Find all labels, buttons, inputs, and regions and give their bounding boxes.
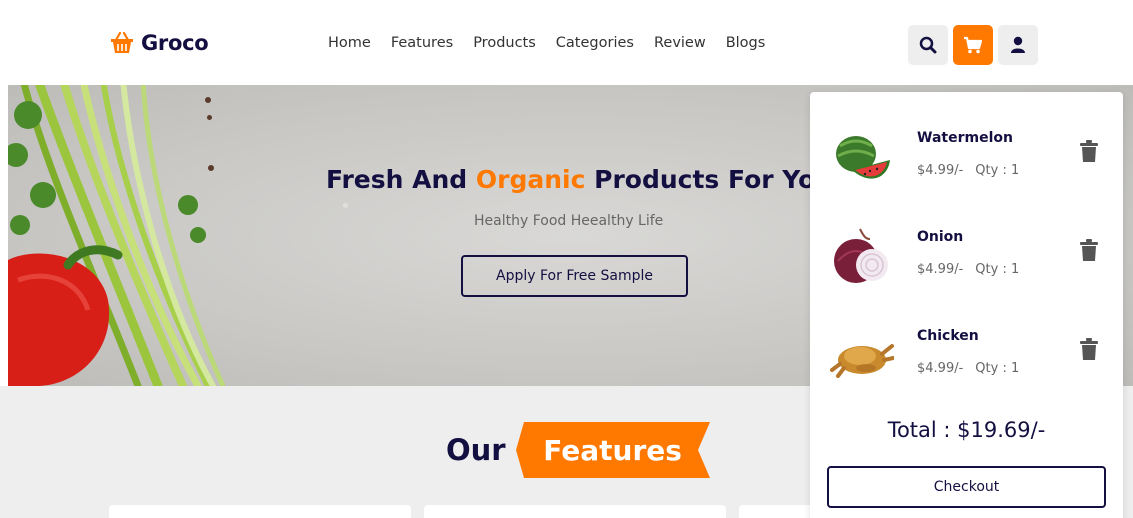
nav-home[interactable]: Home xyxy=(328,35,371,51)
cart-item-name: Onion xyxy=(917,229,964,245)
nav-categories[interactable]: Categories xyxy=(556,35,634,51)
checkout-button[interactable]: Checkout xyxy=(827,466,1106,508)
cart-item-qty: Qty : 1 xyxy=(975,361,1020,376)
nav-features[interactable]: Features xyxy=(391,35,453,51)
nav-review[interactable]: Review xyxy=(654,35,706,51)
cart-item-meta: $4.99/- Qty : 1 xyxy=(917,361,1019,376)
nav-blogs[interactable]: Blogs xyxy=(726,35,766,51)
cart-item-price: $4.99/- xyxy=(917,163,964,178)
watermelon-image xyxy=(836,136,890,179)
heading-our: Our xyxy=(446,433,506,467)
hero-subtitle: Healthy Food Heealthy Life xyxy=(474,213,664,229)
feature-card xyxy=(739,505,819,518)
cart-item-qty: Qty : 1 xyxy=(975,163,1020,178)
cart-item-meta: $4.99/- Qty : 1 xyxy=(917,262,1019,277)
basket-icon xyxy=(111,31,133,53)
trash-icon[interactable] xyxy=(1080,239,1098,261)
free-sample-button[interactable]: Apply For Free Sample xyxy=(461,255,688,297)
pepper-speck xyxy=(208,165,214,171)
pepper-speck xyxy=(207,115,212,120)
chicken-image xyxy=(830,344,894,378)
heading-features: Features xyxy=(543,433,682,467)
logo-text: Groco xyxy=(141,31,209,55)
main-nav: Home Features Products Categories Review… xyxy=(328,35,765,51)
cart-item-price: $4.99/- xyxy=(917,361,964,376)
user-button[interactable] xyxy=(998,25,1038,65)
trash-icon[interactable] xyxy=(1080,338,1098,360)
features-heading: Our Features xyxy=(446,422,710,478)
feature-card xyxy=(424,505,726,518)
shopping-cart-panel: Watermelon $4.99/- Qty : 1 Onion $4.99/-… xyxy=(810,92,1123,518)
cart-item-name: Watermelon xyxy=(917,130,1013,146)
onion-image xyxy=(834,228,888,283)
heading-tag: Features xyxy=(515,422,710,478)
trash-icon[interactable] xyxy=(1080,140,1098,162)
logo-link[interactable]: Groco xyxy=(109,31,209,55)
header-icons xyxy=(908,25,1038,65)
hero-title: Fresh And Organic Products For You xyxy=(326,165,834,194)
pepper-speck xyxy=(205,97,211,103)
cart-item-meta: $4.99/- Qty : 1 xyxy=(917,163,1019,178)
hero-title-accent: Organic xyxy=(475,165,586,194)
user-icon xyxy=(1011,36,1025,53)
cart-item-qty: Qty : 1 xyxy=(975,262,1020,277)
cart-icon xyxy=(964,36,983,54)
nav-products[interactable]: Products xyxy=(473,35,536,51)
search-icon xyxy=(919,36,937,54)
cart-item: Onion $4.99/- Qty : 1 xyxy=(810,219,1123,299)
cart-item: Chicken $4.99/- Qty : 1 xyxy=(810,318,1123,398)
cart-total: Total : $19.69/- xyxy=(887,418,1046,442)
feature-card xyxy=(109,505,411,518)
cart-item-price: $4.99/- xyxy=(917,262,964,277)
header: Groco Home Features Products Categories … xyxy=(0,0,1133,86)
vegetables-image xyxy=(8,85,226,386)
cart-item: Watermelon $4.99/- Qty : 1 xyxy=(810,120,1123,200)
cart-item-name: Chicken xyxy=(917,328,979,344)
search-button[interactable] xyxy=(908,25,948,65)
cart-button[interactable] xyxy=(953,25,993,65)
